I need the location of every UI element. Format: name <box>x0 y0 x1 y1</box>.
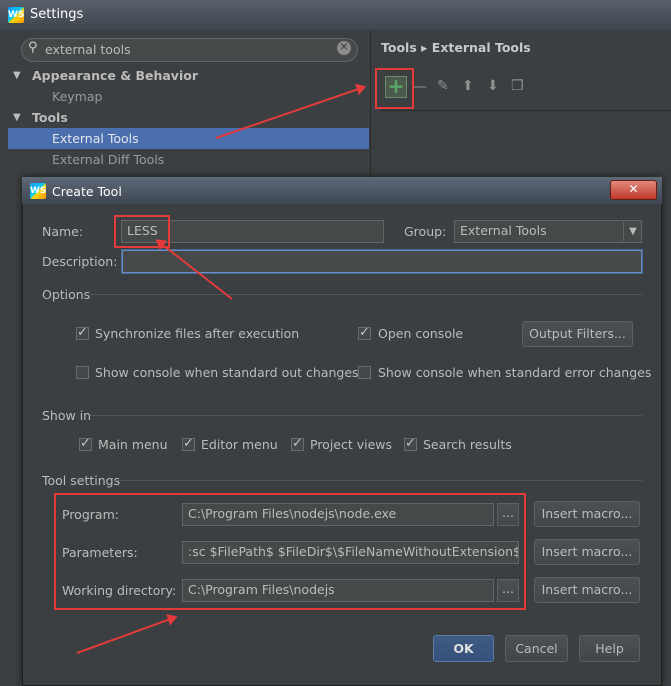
webstorm-logo-icon: WS <box>30 183 46 199</box>
search-results-checkbox[interactable] <box>404 436 417 451</box>
show-console-stderr-checkbox[interactable] <box>358 366 371 379</box>
copy-icon[interactable]: ❐ <box>511 78 524 94</box>
program-field[interactable]: C:\Program Files\nodejs\node.exe <box>182 503 494 526</box>
breadcrumb-current: External Tools <box>431 40 531 55</box>
editor-menu-checkbox[interactable] <box>182 436 195 451</box>
add-tool-button[interactable]: + <box>385 76 407 98</box>
show-in-separator <box>90 415 642 416</box>
clear-search-icon[interactable]: ✕ <box>337 41 351 55</box>
working-directory-insert-macro-button[interactable]: Insert macro... <box>534 577 640 603</box>
project-views-checkbox[interactable] <box>291 436 304 451</box>
tree-item-keymap[interactable]: Keymap <box>52 86 102 107</box>
show-console-stderr-label: Show console when standard error changes <box>378 365 652 380</box>
options-header: Options <box>42 287 91 302</box>
help-button[interactable]: Help <box>579 635 640 662</box>
search-results-label: Search results <box>423 437 512 452</box>
sync-files-checkbox[interactable] <box>76 325 89 340</box>
expand-arrow-icon[interactable]: ▼ <box>13 107 21 128</box>
settings-titlebar <box>0 0 671 30</box>
dialog-title: Create Tool <box>52 184 122 199</box>
search-icon: ⚲ <box>28 40 38 55</box>
tool-settings-header: Tool settings <box>42 473 121 488</box>
main-menu-label: Main menu <box>98 437 168 452</box>
breadcrumb-parent: Tools <box>381 40 417 55</box>
parameters-label: Parameters: <box>62 545 138 560</box>
move-up-icon[interactable]: ⬆ <box>462 78 474 94</box>
description-label: Description: <box>42 254 118 269</box>
working-directory-browse-button[interactable]: ... <box>497 579 519 602</box>
group-label: Group: <box>404 224 447 239</box>
tree-item-appearance-behavior[interactable]: Appearance & Behavior <box>32 65 198 86</box>
dialog-close-button[interactable]: ✕ <box>610 180 657 200</box>
tree-item-external-diff-tools[interactable]: External Diff Tools <box>52 149 164 170</box>
name-label: Name: <box>42 224 84 239</box>
parameters-field[interactable]: :sc $FilePath$ $FileDir$\$FileNameWithou… <box>182 541 519 564</box>
chevron-down-icon[interactable]: ▼ <box>623 222 642 241</box>
program-label: Program: <box>62 507 119 522</box>
edit-icon[interactable]: ✎ <box>437 78 449 94</box>
show-in-header: Show in <box>42 408 92 423</box>
tool-settings-separator <box>115 480 642 481</box>
settings-search-value: external tools <box>45 42 131 57</box>
options-separator <box>90 294 642 295</box>
working-directory-label: Working directory: <box>62 583 177 598</box>
output-filters-button[interactable]: Output Filters... <box>522 321 633 347</box>
group-select[interactable]: External Tools <box>454 220 642 243</box>
move-down-icon[interactable]: ⬇ <box>487 78 499 94</box>
editor-menu-label: Editor menu <box>201 437 278 452</box>
breadcrumb: Tools ▸ External Tools <box>381 40 531 55</box>
settings-window-title: Settings <box>30 7 84 22</box>
show-console-stdout-label: Show console when standard out changes <box>95 365 359 380</box>
tree-item-external-tools-label: External Tools <box>52 131 139 146</box>
ok-button[interactable]: OK <box>433 635 494 662</box>
remove-icon[interactable]: — <box>413 79 427 95</box>
project-views-label: Project views <box>310 437 393 452</box>
parameters-insert-macro-button[interactable]: Insert macro... <box>534 539 640 565</box>
tree-item-tools[interactable]: Tools <box>32 107 68 128</box>
open-console-label: Open console <box>378 326 464 341</box>
show-console-stdout-checkbox[interactable] <box>76 366 89 379</box>
webstorm-logo-icon: WS <box>8 7 24 23</box>
program-insert-macro-button[interactable]: Insert macro... <box>534 501 640 527</box>
expand-arrow-icon[interactable]: ▼ <box>13 65 21 86</box>
cancel-button[interactable]: Cancel <box>505 635 568 662</box>
sync-files-label: Synchronize files after execution <box>95 326 300 341</box>
program-browse-button[interactable]: ... <box>497 503 519 526</box>
breadcrumb-separator-icon: ▸ <box>421 40 428 55</box>
working-directory-field[interactable]: C:\Program Files\nodejs <box>182 579 494 602</box>
open-console-checkbox[interactable] <box>358 325 371 340</box>
description-field[interactable] <box>122 250 642 273</box>
main-menu-checkbox[interactable] <box>79 436 92 451</box>
